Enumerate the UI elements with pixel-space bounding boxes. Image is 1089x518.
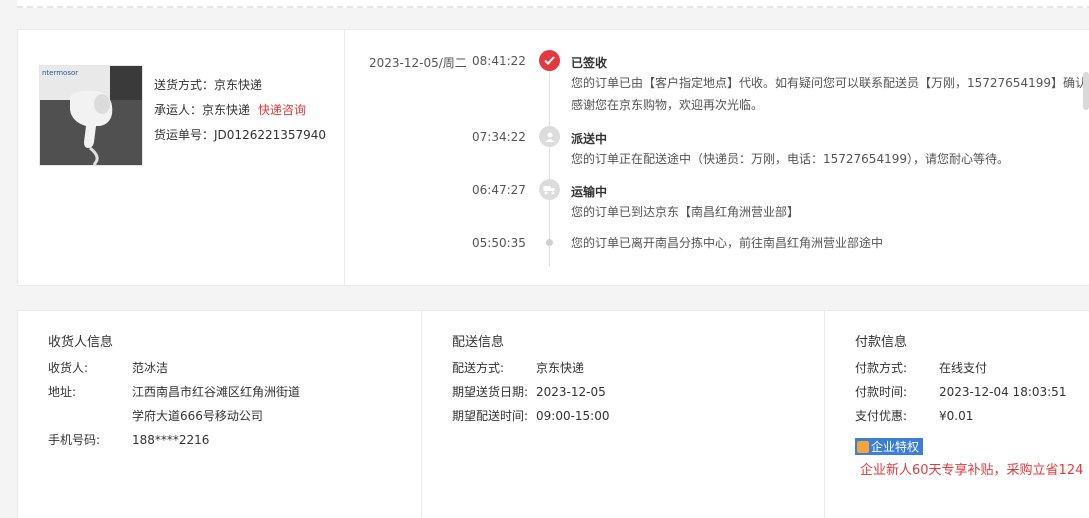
shipping-method-row: 送货方式：京东快递 [154,73,326,98]
delivery-method-row: 配送方式: 京东快递 [452,356,584,380]
receiver-addr-line1: 江西南昌市红谷滩区红角洲街道 [132,385,301,399]
brand-text: ntermosor [42,69,78,77]
payment-time-row: 付款时间: 2023-12-04 18:03:51 [855,380,1066,404]
transport-icon [539,179,560,200]
carrier-label: 承运人： [154,103,203,117]
top-edge-strip [17,0,1089,8]
payment-method-label: 付款方式: [855,361,908,375]
product-image[interactable]: ntermosor [39,65,143,166]
event-desc-line: 您的订单已离开南昌分拣中心，前往南昌红角洲营业部途中 [571,236,884,250]
payment-discount-value: ¥0.01 [939,409,974,423]
tracking-panel: ntermosor 送货方式：京东快递 承运人：京东快递 快递咨询 货运单号：JD… [17,29,1089,286]
timeline-line [549,68,550,266]
receiver-phone-value: 188****2216 [132,433,210,447]
timeline-date: 2023-12-05/周二 [369,56,467,70]
delivery-date-value: 2023-12-05 [536,385,606,399]
payment-info: 付款信息 付款方式: 在线支付 付款时间: 2023-12-04 18:03:51 … [824,311,1089,518]
event-time: 07:34:22 [472,130,526,144]
delivery-date-row: 期望送货日期: 2023-12-05 [452,380,606,404]
receiver-info: 收货人信息 收货人: 范冰洁 地址: 江西南昌市红谷滩区红角洲街道 学府大道666号… [18,311,421,518]
event-desc: 您的订单已到达京东【南昌红角洲营业部】 [571,201,1089,223]
delivery-method-label: 配送方式: [452,361,505,375]
carrier-value: 京东快递 [202,103,251,117]
event-desc-line: 您的订单已到达京东【南昌红角洲营业部】 [571,205,800,219]
courier-icon [539,126,560,147]
delivery-title: 配送信息 [452,335,505,350]
shipping-info: 送货方式：京东快递 承运人：京东快递 快递咨询 货运单号：JD0126221357… [154,73,326,148]
tracking-number-value: JD0126221357940 [214,128,327,142]
enterprise-badge-label: 企业特权 [871,440,920,454]
event-desc: 您的订单正在配送途中（快递员：万刚，电话：15727654199），请您耐心等待… [571,148,1089,170]
event-title: 派送中 [571,132,608,146]
event-time: 06:47:27 [472,183,526,197]
hair-dryer-image: ntermosor [40,66,142,165]
enterprise-privilege-badge[interactable]: 企业特权 [855,438,924,455]
receiver-name-value: 范冰洁 [132,361,169,375]
delivery-info: 配送信息 配送方式: 京东快递 期望送货日期: 2023-12-05 期望配送时间:… [421,311,824,518]
event-title: 已签收 [571,56,608,70]
payment-method-value: 在线支付 [939,361,988,375]
scrollbar[interactable] [1083,72,1089,110]
receiver-addr-label: 地址: [48,385,77,399]
carrier-row: 承运人：京东快递 快递咨询 [154,98,326,123]
courier-inquiry-link[interactable]: 快递咨询 [258,103,306,117]
event-time: 05:50:35 [472,236,526,250]
payment-discount-row: 支付优惠: ¥0.01 [855,404,973,428]
receiver-addr-line2: 学府大道666号移动公司 [132,409,263,423]
payment-discount-label: 支付优惠: [855,409,908,423]
delivery-date-label: 期望送货日期: [452,385,529,399]
receiver-phone-row: 手机号码: 188****2216 [48,428,209,452]
shopping-bag-icon [857,440,869,453]
receiver-name-row: 收货人: 范冰洁 [48,356,168,380]
check-icon [539,50,560,71]
payment-title: 付款信息 [855,335,908,350]
dot-icon [546,239,553,246]
payment-time-value: 2023-12-04 18:03:51 [939,385,1067,399]
tracking-number-row: 货运单号：JD0126221357940 [154,123,326,148]
order-info-panel: 收货人信息 收货人: 范冰洁 地址: 江西南昌市红谷滩区红角洲街道 学府大道666号… [17,310,1089,518]
event-desc-line: 感谢您在京东购物，欢迎再次光临。 [571,98,764,112]
receiver-phone-label: 手机号码: [48,433,101,447]
tracking-number-label: 货运单号： [154,128,215,142]
shipping-method-value: 京东快递 [214,78,263,92]
shipping-method-label: 送货方式： [154,78,215,92]
event-title: 运输中 [571,185,608,199]
event-desc: 您的订单已由【客户指定地点】代收。如有疑问您可以联系配送员【万刚，1572765… [571,72,1089,116]
event-desc: 您的订单已离开南昌分拣中心，前往南昌红角洲营业部途中 [571,232,1089,254]
delivery-time-label: 期望配送时间: [452,409,529,423]
payment-method-row: 付款方式: 在线支付 [855,356,987,380]
delivery-time-row: 期望配送时间: 09:00-15:00 [452,404,610,428]
delivery-time-value: 09:00-15:00 [536,409,610,423]
enterprise-promo-text[interactable]: 企业新人60天专享补贴，采购立省124 [860,459,1083,478]
receiver-name-label: 收货人: [48,361,89,375]
event-desc-line: 您的订单已由【客户指定地点】代收。如有疑问您可以联系配送员【万刚，1572765… [571,76,1089,90]
receiver-title: 收货人信息 [48,335,114,350]
delivery-method-value: 京东快递 [536,361,585,375]
payment-time-label: 付款时间: [855,385,908,399]
event-time: 08:41:22 [472,54,526,68]
receiver-addr-row: 地址: 江西南昌市红谷滩区红角洲街道 [48,380,300,404]
event-desc-line: 您的订单正在配送途中（快递员：万刚，电话：15727654199），请您耐心等待… [571,152,1009,166]
tracking-timeline: 2023-12-05/周二 08:41:22 已签收 您的订单已由【客户指定地点… [345,30,1089,285]
